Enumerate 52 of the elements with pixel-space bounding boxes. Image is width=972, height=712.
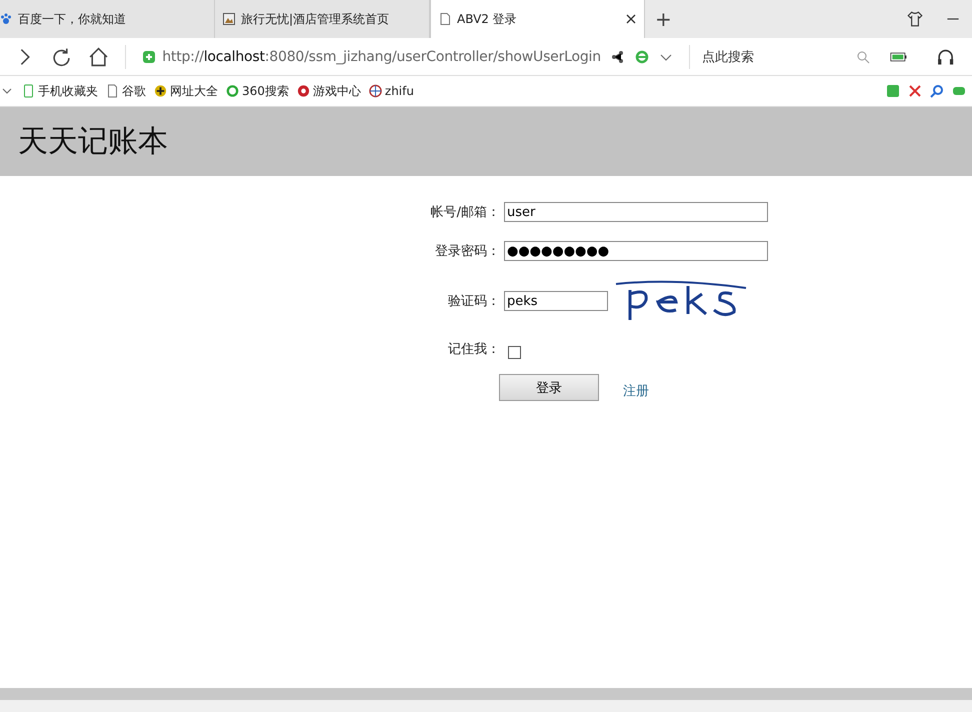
- bookmark-link[interactable]: zhifu: [368, 84, 414, 98]
- field-label: 登录密码：: [434, 243, 500, 260]
- register-link[interactable]: 注册: [623, 382, 649, 400]
- search-icon: [856, 50, 870, 64]
- phone-icon: [22, 84, 35, 98]
- bookmark-label: zhifu: [384, 84, 414, 98]
- search-field[interactable]: 点此搜索: [688, 44, 870, 68]
- search-icon[interactable]: [930, 84, 944, 98]
- shield-icon: [142, 50, 156, 64]
- plus-circle-icon: [154, 84, 167, 98]
- field-label: 验证码：: [447, 293, 500, 310]
- page-icon: [106, 84, 119, 98]
- bookmark-link[interactable]: 网址大全: [154, 82, 218, 100]
- tab-title: 旅行无忧|酒店管理系统首页: [241, 10, 390, 28]
- bookmark-label: 网址大全: [170, 82, 218, 100]
- shirt-icon[interactable]: [906, 10, 924, 28]
- browser-tab[interactable]: ABV2 登录: [430, 0, 645, 38]
- game-icon: [296, 84, 310, 98]
- scissors-icon[interactable]: [908, 84, 922, 98]
- headphones-icon[interactable]: [936, 48, 954, 66]
- browser-tab[interactable]: 百度一下，你就知道: [0, 0, 215, 38]
- home-icon[interactable]: [88, 46, 110, 68]
- captcha-field[interactable]: peks: [504, 291, 608, 311]
- bookmark-link[interactable]: 360搜索: [226, 82, 289, 100]
- field-label: 记住我：: [447, 340, 500, 358]
- bookmark-link[interactable]: 手机收藏夹: [22, 82, 98, 100]
- page-icon: [439, 13, 451, 25]
- address-field[interactable]: http://localhost:8080/ssm_jizhang/userController/showUserLogin: [125, 44, 601, 68]
- bookmark-label: 游戏中心: [312, 82, 361, 100]
- browser-tab[interactable]: 旅行无忧|酒店管理系统首页: [215, 0, 430, 38]
- bookmark-link[interactable]: 游戏中心: [296, 82, 361, 100]
- remember-checkbox[interactable]: [508, 346, 521, 359]
- browser-logo-icon[interactable]: [634, 50, 649, 64]
- ring-icon: [226, 84, 239, 98]
- login-button[interactable]: 登录: [499, 374, 599, 401]
- share-icon[interactable]: [610, 50, 625, 64]
- globe-icon: [368, 84, 382, 98]
- bookmark-label: 谷歌: [122, 82, 146, 100]
- paw-icon: [0, 13, 12, 25]
- bookmark-label: 手机收藏夹: [38, 82, 98, 100]
- bookmark-label: 360搜索: [242, 82, 289, 100]
- tab-title: 百度一下，你就知道: [18, 10, 126, 28]
- image-icon: [223, 13, 235, 25]
- refresh-icon[interactable]: [51, 46, 72, 68]
- new-tab-button[interactable]: +: [645, 7, 682, 31]
- close-icon[interactable]: [626, 14, 636, 24]
- field-label: 帐号/邮箱：: [430, 204, 500, 221]
- tab-title: ABV2 登录: [457, 10, 517, 28]
- username-field[interactable]: user: [504, 202, 768, 222]
- bookmark-link[interactable]: 谷歌: [106, 82, 146, 100]
- password-field[interactable]: ●●●●●●●●●: [504, 241, 768, 261]
- app-title: 天天记账本: [18, 123, 168, 161]
